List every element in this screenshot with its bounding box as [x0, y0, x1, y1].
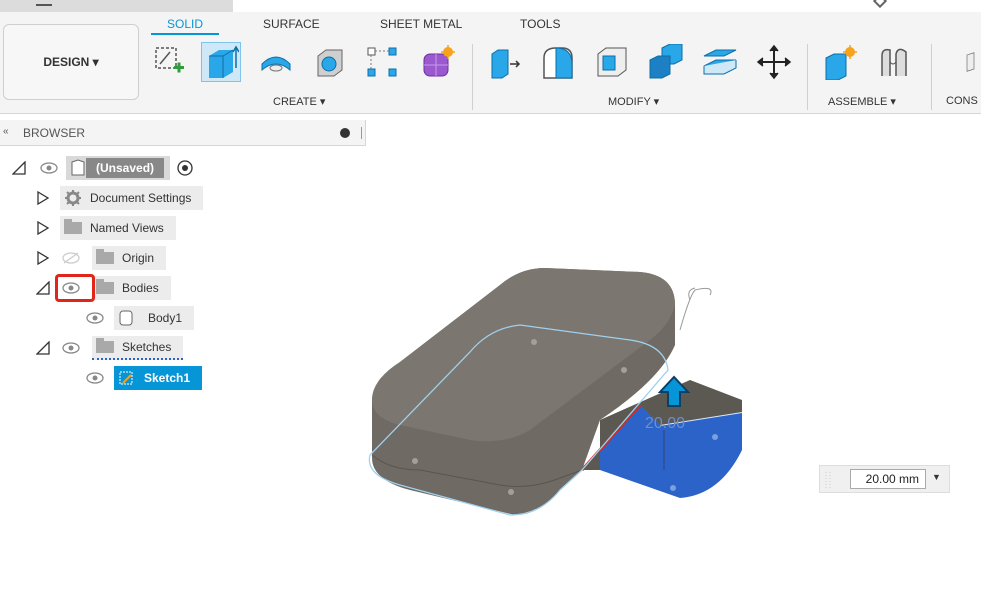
- rectangular-pattern-icon[interactable]: [362, 42, 402, 82]
- distance-input-panel: 20.00 mm ▼: [819, 465, 950, 493]
- shell-icon[interactable]: [592, 42, 632, 82]
- pin-icon[interactable]: [340, 128, 350, 138]
- create-menu[interactable]: CREATE ▾: [273, 95, 325, 108]
- revolve-icon[interactable]: [256, 42, 296, 82]
- press-pull-icon[interactable]: [484, 42, 524, 82]
- minimize-icon[interactable]: [36, 0, 52, 6]
- offset-plane-icon[interactable]: [960, 42, 981, 82]
- top-strip: [0, 0, 981, 12]
- construct-menu[interactable]: CONS: [946, 95, 978, 107]
- group-separator: [472, 44, 473, 110]
- tab-sheet-metal[interactable]: SHEET METAL: [380, 17, 462, 31]
- modify-menu[interactable]: MODIFY ▾: [608, 95, 659, 108]
- active-tab-indicator: [151, 33, 219, 35]
- workspace-switcher-button[interactable]: DESIGN ▾: [3, 24, 139, 100]
- create-form-icon[interactable]: [418, 42, 458, 82]
- collapse-browser-icon[interactable]: «: [3, 126, 9, 137]
- browser-header: « BROWSER: [0, 120, 366, 146]
- resize-handle[interactable]: [361, 127, 362, 139]
- assemble-menu[interactable]: ASSEMBLE ▾: [828, 95, 896, 108]
- notification-icon[interactable]: [872, 0, 888, 9]
- tab-surface[interactable]: SURFACE: [263, 17, 320, 31]
- combine-icon[interactable]: [646, 42, 686, 82]
- offset-face-icon[interactable]: [700, 42, 740, 82]
- move-icon[interactable]: [754, 42, 794, 82]
- tab-tools[interactable]: TOOLS: [520, 17, 560, 31]
- new-sketch-icon[interactable]: [150, 42, 190, 82]
- toolbar: DESIGN ▾ SOLID SURFACE SHEET METAL TOOLS: [0, 12, 981, 114]
- drag-handle-icon[interactable]: [824, 470, 832, 490]
- document-tab[interactable]: [0, 0, 233, 12]
- viewport-canvas[interactable]: 20.00: [0, 146, 981, 605]
- extrude-icon[interactable]: [201, 42, 241, 82]
- chevron-down-icon[interactable]: ▼: [932, 472, 941, 482]
- group-separator: [807, 44, 808, 110]
- dimension-text: 20.00: [645, 415, 685, 432]
- group-separator: [931, 44, 932, 110]
- joint-icon[interactable]: [874, 42, 914, 82]
- distance-input[interactable]: 20.00 mm: [850, 469, 926, 489]
- tab-solid[interactable]: SOLID: [167, 17, 203, 31]
- browser-title: BROWSER: [23, 126, 86, 140]
- hole-icon[interactable]: [310, 42, 350, 82]
- new-component-icon[interactable]: [820, 42, 860, 82]
- fillet-icon[interactable]: [538, 42, 578, 82]
